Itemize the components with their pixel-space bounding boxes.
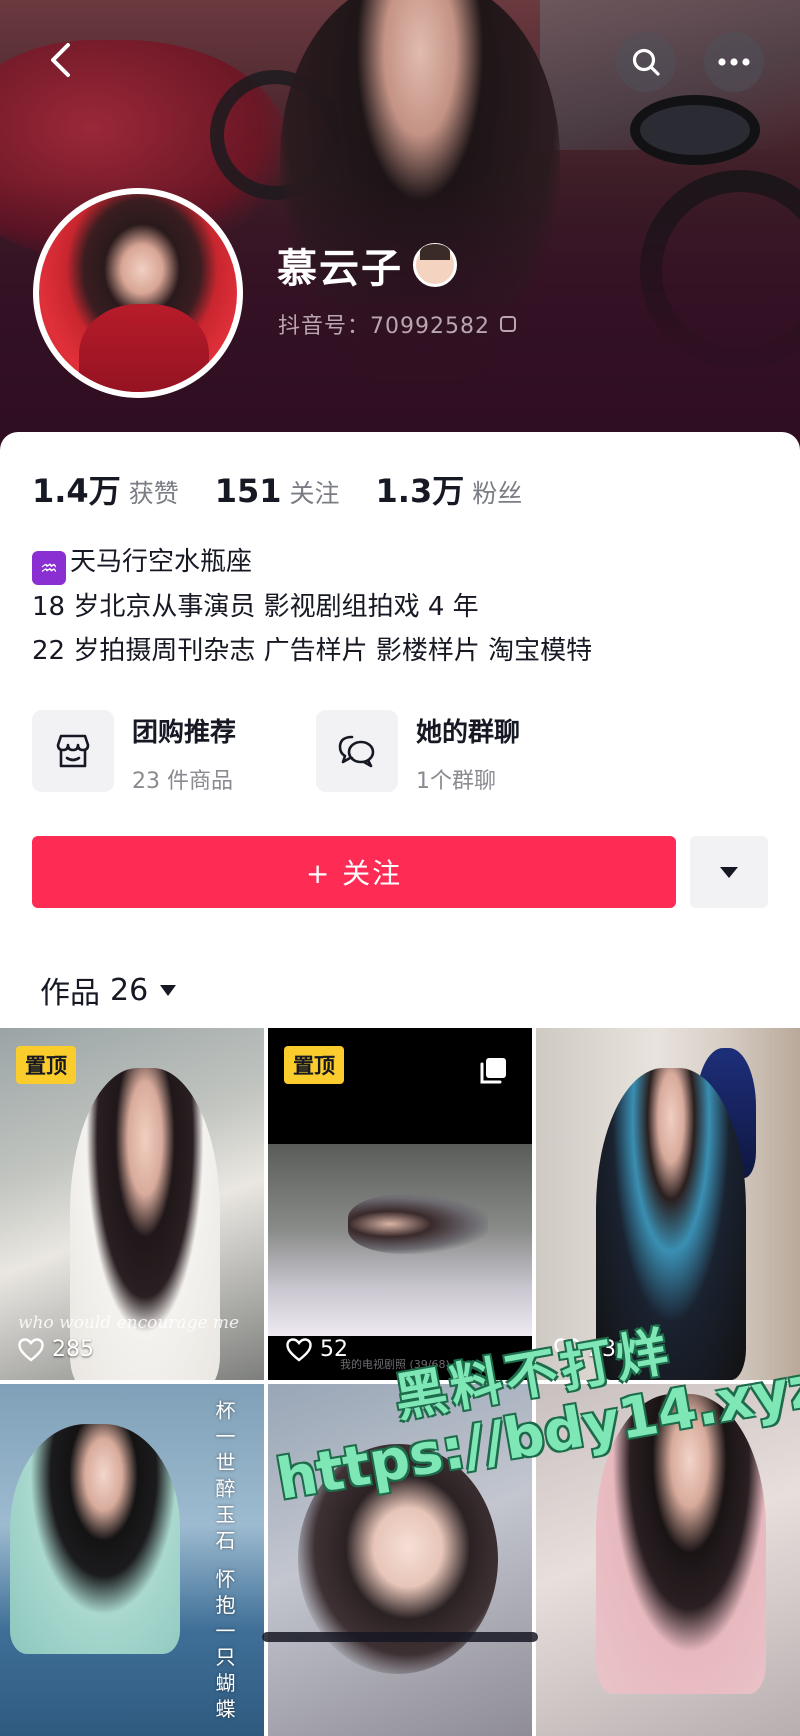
stats-row: 1.4万 获赞 151 关注 1.3万 粉丝 xyxy=(32,466,558,512)
feature-title: 团购推荐 xyxy=(132,718,237,748)
stat-value: 1.3万 xyxy=(375,472,465,510)
search-button[interactable] xyxy=(616,32,676,92)
bio-line-3: 22 岁拍摄周刊杂志 广告样片 影楼样片 淘宝模特 xyxy=(32,636,593,666)
store-icon xyxy=(56,734,90,768)
chat-icon-box xyxy=(316,710,398,792)
more-options-button[interactable] xyxy=(704,32,764,92)
pinned-badge: 置顶 xyxy=(284,1046,344,1084)
chevron-left-icon xyxy=(51,43,70,77)
heart-icon xyxy=(18,1337,44,1362)
store-icon-box xyxy=(32,710,114,792)
bio: ♒ 天马行空水瓶座 18 岁北京从事演员 影视剧组拍戏 4 年 22 岁拍摄周刊杂… xyxy=(32,540,592,673)
like-count-value: 52 xyxy=(320,1337,348,1362)
video-thumbnail[interactable]: 置顶 我的电视剧照 (39/68) 52 xyxy=(268,1028,532,1380)
like-count-value: 285 xyxy=(52,1337,94,1362)
thumbnail-still xyxy=(268,1144,532,1336)
home-indicator[interactable] xyxy=(262,1632,538,1642)
stat-following[interactable]: 151 关注 xyxy=(215,472,340,510)
bio-line-1: ♒ 天马行空水瓶座 xyxy=(32,540,592,585)
copy-icon[interactable] xyxy=(499,316,516,332)
tab-works-count: 26 xyxy=(110,972,149,1008)
aquarius-icon: ♒ xyxy=(32,551,66,585)
uid-text: 抖音号：70992582 xyxy=(278,314,490,339)
thumbnail-poem: 杯一世醉玉石 怀抱一只蝴蝶 xyxy=(212,1400,236,1725)
stat-label: 粉丝 xyxy=(472,479,523,508)
caret-down-icon xyxy=(720,866,738,878)
profile-uid[interactable]: 抖音号：70992582 xyxy=(278,308,516,340)
thumbnail-person xyxy=(10,1424,180,1654)
like-count: 52 xyxy=(286,1337,348,1362)
stat-followers[interactable]: 1.3万 粉丝 xyxy=(376,466,523,512)
follow-button[interactable]: + 关注 xyxy=(32,836,676,908)
more-dots-icon xyxy=(718,58,750,66)
stat-likes[interactable]: 1.4万 获赞 xyxy=(32,466,179,512)
thumbnail-person xyxy=(348,1194,488,1254)
profile-name-text: 慕云子 xyxy=(277,246,403,292)
thumbnail-caption: who would encourage me xyxy=(18,1313,240,1333)
avatar-dress xyxy=(79,304,209,392)
woman-emoji-icon xyxy=(413,243,457,287)
stat-value: 151 xyxy=(214,472,282,510)
avatar[interactable] xyxy=(33,188,243,398)
search-icon xyxy=(632,48,660,76)
video-thumbnail[interactable]: 杯一世醉玉石 怀抱一只蝴蝶 xyxy=(0,1384,264,1736)
multi-image-icon xyxy=(480,1058,506,1084)
profile-name: 慕云子 xyxy=(277,236,457,294)
group-buy-entry[interactable]: 团购推荐 23 件商品 xyxy=(32,710,236,795)
back-button[interactable] xyxy=(40,40,80,80)
heart-icon xyxy=(286,1337,312,1362)
like-count: 285 xyxy=(18,1337,94,1362)
stat-value: 1.4万 xyxy=(32,472,121,510)
bio-text-1: 天马行空水瓶座 xyxy=(70,547,253,577)
stat-label: 关注 xyxy=(289,479,340,508)
video-thumbnail[interactable]: 置顶 who would encourage me 285 xyxy=(0,1028,264,1380)
banner-side-mirror xyxy=(630,95,760,165)
stat-label: 获赞 xyxy=(128,479,179,508)
recommend-toggle-button[interactable] xyxy=(690,836,768,908)
bio-line-2: 18 岁北京从事演员 影视剧组拍戏 4 年 xyxy=(32,592,479,622)
pinned-badge: 置顶 xyxy=(16,1046,76,1084)
tab-works-label: 作品 xyxy=(40,976,100,1011)
feature-title: 她的群聊 xyxy=(416,718,521,748)
group-chat-entry[interactable]: 她的群聊 1个群聊 xyxy=(316,710,520,795)
caret-down-icon xyxy=(160,984,177,996)
feature-sub: 23 件商品 xyxy=(132,769,233,794)
thumbnail-person xyxy=(70,1068,220,1380)
group-chat-icon xyxy=(338,735,375,768)
tab-works[interactable]: 作品 26 xyxy=(40,968,177,1012)
feature-sub: 1个群聊 xyxy=(416,769,496,794)
